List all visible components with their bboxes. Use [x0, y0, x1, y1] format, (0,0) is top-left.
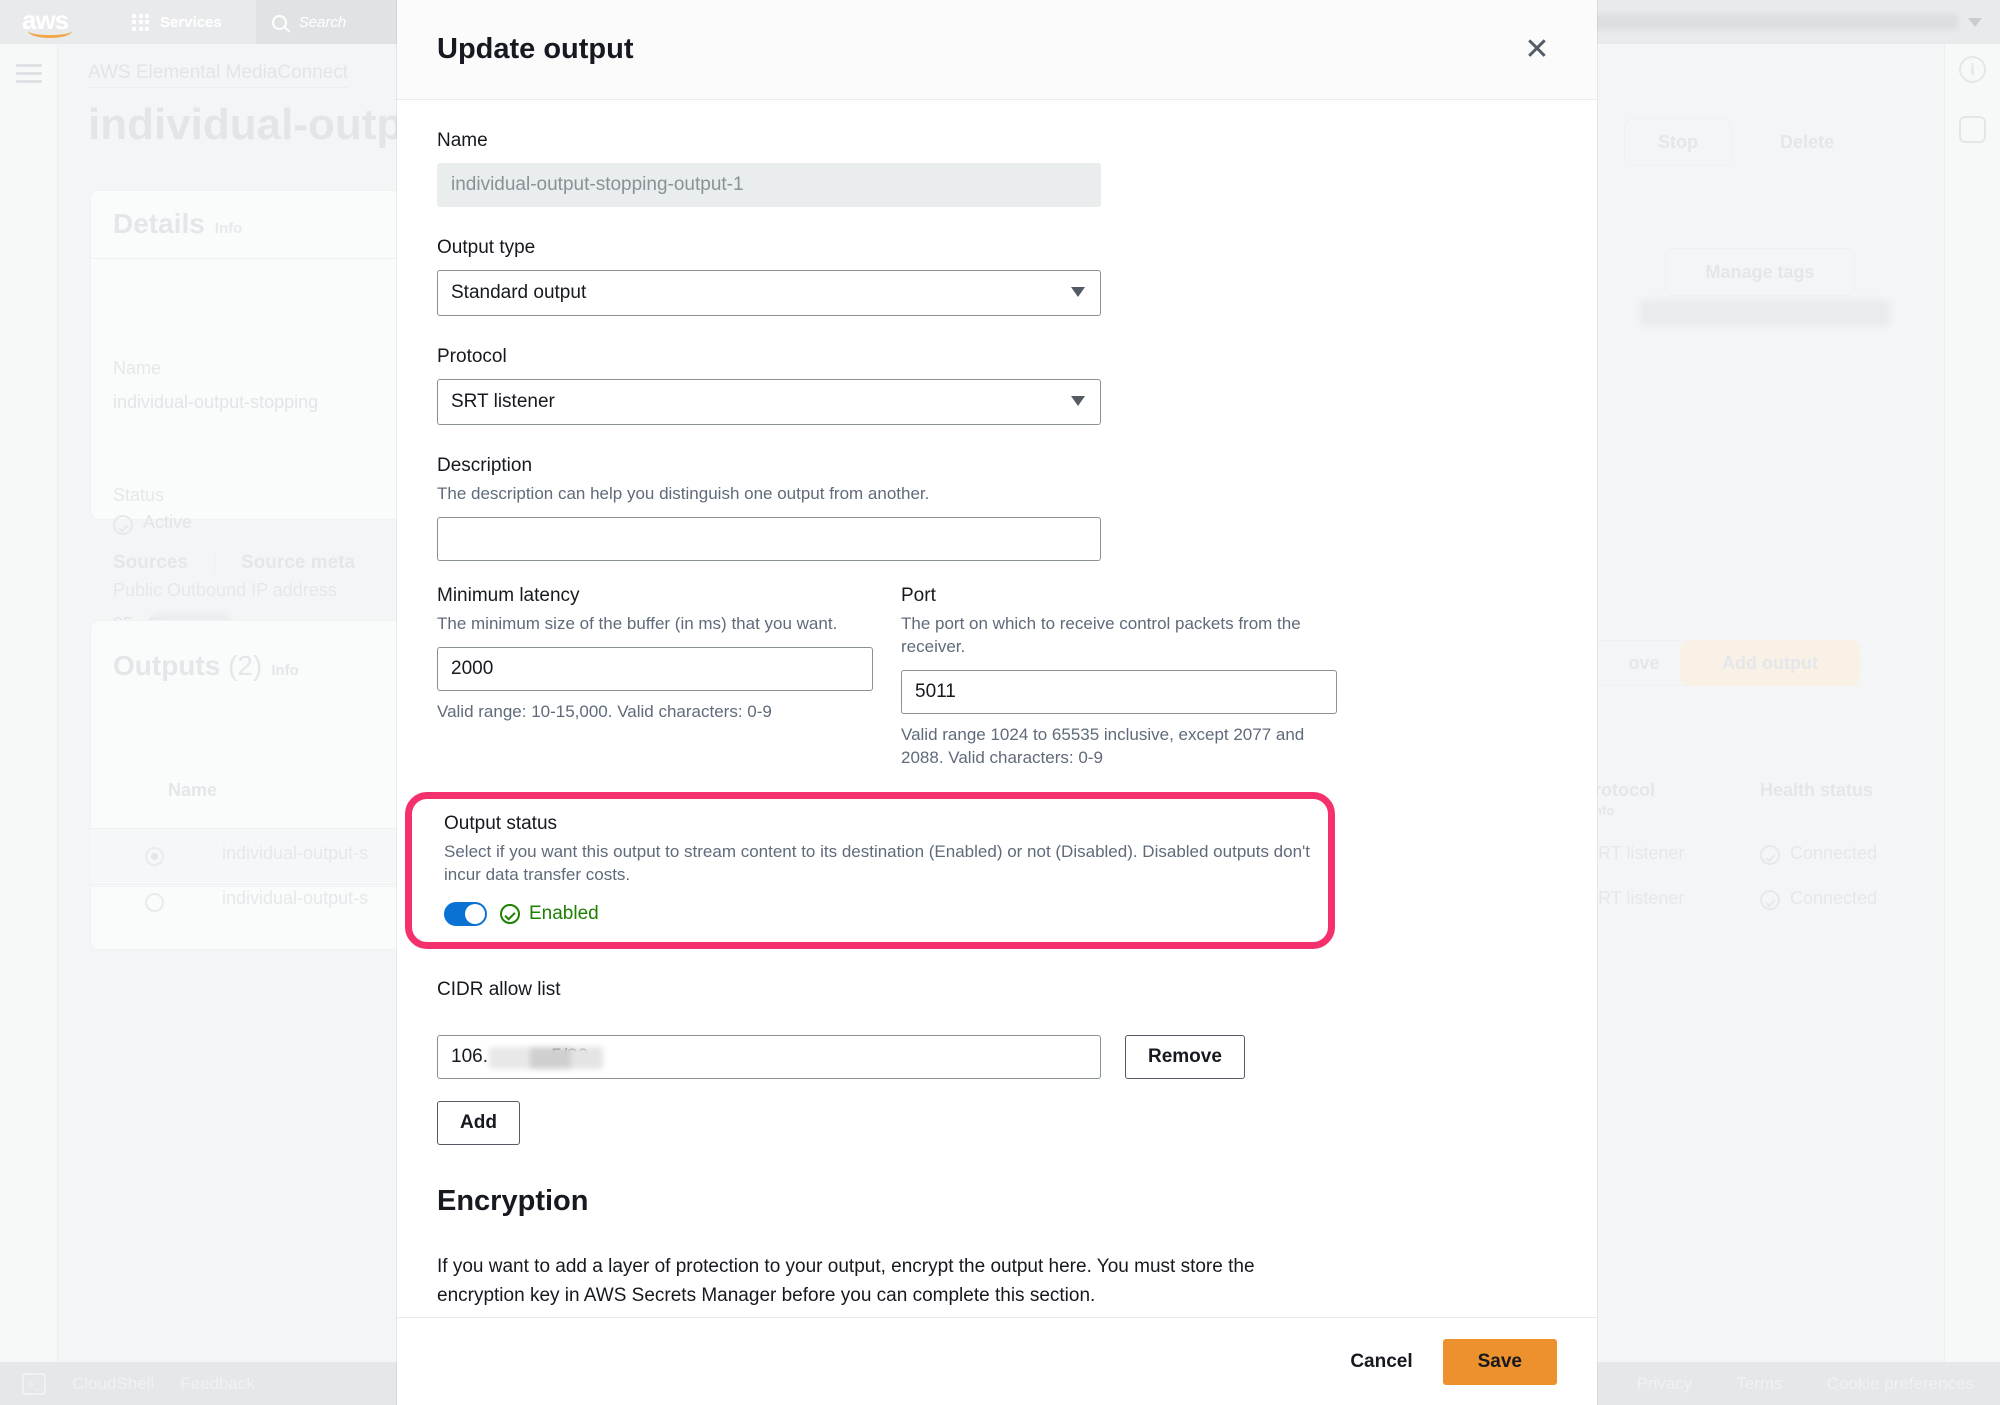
details-card-heading: Details Info: [113, 208, 243, 239]
row-health: Connected: [1790, 843, 1878, 863]
hamburger-menu-icon[interactable]: [16, 64, 42, 88]
name-label: Name: [437, 130, 488, 151]
manage-tags-button[interactable]: Manage tags: [1665, 248, 1855, 296]
description-label: Description: [437, 455, 533, 476]
search-placeholder: Search: [298, 13, 347, 31]
services-menu[interactable]: Services: [132, 13, 222, 31]
cancel-button[interactable]: Cancel: [1346, 1343, 1416, 1381]
delete-button[interactable]: Delete: [1748, 118, 1866, 166]
protocol-value: SRT listener: [451, 391, 555, 412]
details-ip-value: 35. .90: [113, 614, 169, 634]
output-type-value: Standard output: [451, 282, 587, 303]
protocol-select[interactable]: SRT listener: [437, 379, 1101, 425]
details-tabs: Sources Source meta: [113, 552, 381, 574]
row-health: Connected: [1790, 888, 1878, 908]
modal-header: Update output ✕: [397, 0, 1597, 100]
close-icon[interactable]: ✕: [1517, 30, 1557, 70]
status-check-icon: [113, 515, 133, 535]
description-help-text: The description can help you distinguish…: [437, 484, 930, 503]
minimum-latency-label: Minimum latency: [437, 584, 580, 606]
row-radio-selected[interactable]: [145, 847, 164, 866]
cidr-add-button[interactable]: Add: [437, 1100, 520, 1145]
port-input[interactable]: [901, 669, 1337, 714]
row-health-icon: [1760, 845, 1780, 865]
minimum-latency-hint: Valid range: 10-15,000. Valid characters…: [437, 701, 772, 721]
save-button[interactable]: Save: [1442, 1338, 1557, 1385]
remove-output-button[interactable]: ove: [1592, 640, 1696, 686]
row-health-icon: [1760, 890, 1780, 910]
port-help-text: The port on which to receive control pac…: [901, 613, 1301, 656]
stop-button[interactable]: Stop: [1624, 118, 1732, 166]
right-utility-rail: i: [1944, 44, 2000, 1362]
outputs-card-heading: Outputs (2) Info: [113, 650, 299, 681]
breadcrumb[interactable]: AWS Elemental MediaConnect: [88, 62, 349, 88]
output-type-select[interactable]: Standard output: [437, 270, 1101, 316]
toggle-knob: [465, 903, 485, 924]
terms-link[interactable]: Terms: [1736, 1374, 1782, 1394]
cloudshell-icon[interactable]: >_: [22, 1372, 46, 1395]
row-radio[interactable]: [145, 893, 164, 912]
chevron-down-icon: [1071, 396, 1085, 406]
details-name-label: Name: [113, 358, 162, 378]
output-status-badge: Enabled: [500, 903, 599, 925]
details-ip-label: Public Outbound IP address: [113, 580, 337, 600]
output-status-help-text: Select if you want this output to stream…: [444, 841, 1311, 884]
column-header-health-status: Health status: [1760, 780, 1874, 800]
chevron-down-icon: [1071, 287, 1085, 297]
details-status-value: Active: [143, 512, 193, 532]
modal-footer: Cancel Save: [397, 1317, 1597, 1405]
protocol-label: Protocol: [437, 346, 507, 367]
feedback-link[interactable]: Feedback: [180, 1374, 255, 1394]
minimum-latency-help-text: The minimum size of the buffer (in ms) t…: [437, 613, 838, 633]
column-header-name: Name: [168, 780, 218, 800]
modal-body: Name Output type Standard output Protoco…: [397, 100, 1597, 1317]
name-input[interactable]: [437, 163, 1101, 207]
info-icon[interactable]: i: [1959, 56, 1986, 83]
cidr-input[interactable]: [437, 1034, 1101, 1079]
row-protocol: RT listener: [1598, 843, 1685, 863]
output-status-text: Enabled: [529, 902, 599, 924]
minimum-latency-input[interactable]: [437, 646, 873, 691]
row-protocol: RT listener: [1598, 888, 1685, 908]
port-hint: Valid range 1024 to 65535 inclusive, exc…: [901, 724, 1305, 768]
port-label: Port: [901, 584, 936, 606]
page-title: individual-outp: [88, 100, 404, 149]
aws-logo-swoosh: [28, 31, 72, 38]
tab-sources[interactable]: Sources: [113, 552, 214, 574]
cloudshell-label[interactable]: CloudShell: [72, 1374, 154, 1394]
left-navigation-rail: [0, 44, 58, 1362]
output-status-label: Output status: [444, 812, 558, 834]
aws-logo-text: aws: [22, 5, 69, 35]
cidr-remove-button[interactable]: Remove: [1125, 1034, 1245, 1079]
check-circle-icon: [500, 903, 520, 924]
row-name: individual-output-s: [222, 843, 369, 863]
details-status-label: Status: [113, 485, 165, 505]
description-input[interactable]: [437, 516, 1101, 561]
encryption-section-title: Encryption: [437, 1184, 589, 1217]
output-status-toggle[interactable]: [444, 901, 487, 926]
redacted-value: [1640, 300, 1890, 326]
output-type-label: Output type: [437, 237, 536, 258]
encryption-paragraph: If you want to add a layer of protection…: [437, 1255, 1255, 1307]
search-icon: [271, 14, 287, 30]
ip-redaction: [152, 614, 230, 634]
cloudwatch-icon[interactable]: [1959, 116, 1986, 143]
column-header-protocol: rotocol nfo: [1594, 780, 1655, 818]
cookie-preferences-link[interactable]: Cookie preferences: [1827, 1374, 1974, 1394]
row-name: individual-output-s: [222, 888, 369, 908]
update-output-modal: Update output ✕ Name Output type Standar…: [397, 0, 1597, 1405]
tab-source-metadata[interactable]: Source meta: [213, 552, 381, 574]
modal-title: Update output: [437, 33, 634, 65]
grid-icon: [132, 13, 149, 31]
cidr-allow-list-label: CIDR allow list: [437, 978, 561, 1000]
privacy-link[interactable]: Privacy: [1637, 1374, 1693, 1394]
services-label: Services: [160, 13, 222, 31]
screen: aws Services Search kyo: [0, 0, 2000, 1405]
aws-logo-icon[interactable]: aws: [22, 5, 84, 38]
add-output-button[interactable]: Add output: [1680, 640, 1860, 686]
chevron-down-icon: [1968, 17, 1982, 27]
output-status-highlight: Output status Select if you want this ou…: [405, 791, 1335, 949]
details-name-value: individual-output-stopping: [113, 392, 319, 412]
